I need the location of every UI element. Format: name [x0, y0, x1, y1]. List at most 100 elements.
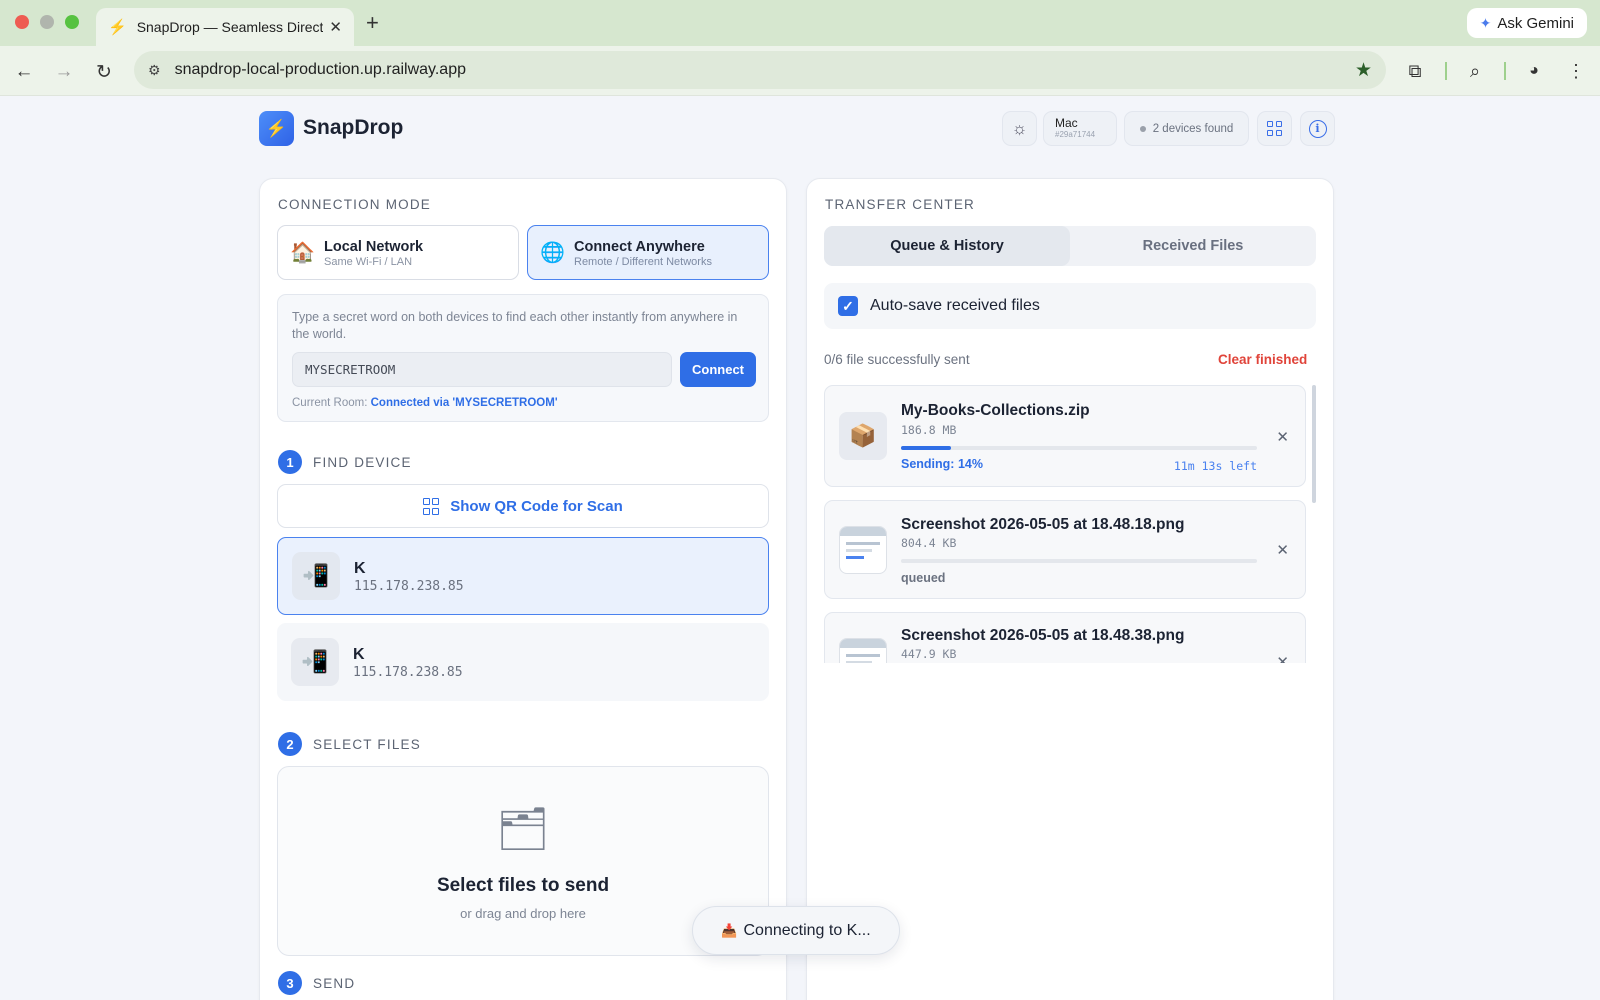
- autosave-label: Auto-save received files: [870, 297, 1040, 314]
- grid-icon: [1267, 121, 1282, 136]
- queue-item: Screenshot 2026-05-05 at 18.48.38.png 44…: [824, 612, 1306, 663]
- status-dot-icon: [1139, 125, 1146, 132]
- browser-tab-strip: ⚡ SnapDrop — Seamless Direct ✕ + ✦ Ask G…: [0, 0, 1600, 46]
- ask-gemini-label: Ask Gemini: [1497, 14, 1574, 32]
- show-qr-label: Show QR Code for Scan: [450, 497, 623, 515]
- remove-transfer-icon[interactable]: ✕: [1276, 428, 1289, 446]
- tab-received-files[interactable]: Received Files: [1070, 226, 1316, 266]
- queue-status: Sending: 14%: [901, 457, 983, 471]
- bookmark-star-icon[interactable]: ★: [1355, 59, 1372, 82]
- queue-scrollbar[interactable]: [1312, 385, 1316, 503]
- step-2-badge: 2: [278, 732, 302, 756]
- toolbar-divider: [1504, 62, 1506, 80]
- maximize-window-button[interactable]: [65, 15, 79, 29]
- find-device-title: FIND DEVICE: [313, 455, 412, 470]
- lightning-favicon-icon: ⚡: [108, 19, 127, 36]
- mode-connect-anywhere[interactable]: 🌐 Connect Anywhere Remote / Different Ne…: [527, 225, 769, 280]
- profile-avatar-icon[interactable]: ◕: [1520, 57, 1548, 85]
- theme-toggle-sun-icon[interactable]: ☼: [1002, 111, 1037, 146]
- current-room-value: Connected via 'MYSECRETROOM': [370, 397, 558, 409]
- reload-icon[interactable]: ↻: [90, 58, 118, 86]
- qr-grid-icon: [423, 497, 440, 515]
- queue-file-size: 186.8 MB: [901, 423, 957, 437]
- transfer-center-title: TRANSFER CENTER: [825, 197, 976, 212]
- secret-room-hint: Type a secret word on both devices to fi…: [292, 310, 738, 341]
- remove-transfer-icon[interactable]: ✕: [1276, 653, 1289, 663]
- house-icon: 🏠: [290, 242, 315, 264]
- back-arrow-icon[interactable]: ←: [10, 58, 38, 86]
- forward-arrow-icon[interactable]: →: [50, 58, 78, 86]
- step-3-badge: 3: [278, 971, 302, 995]
- connection-mode-title: CONNECTION MODE: [278, 197, 431, 212]
- autosave-row[interactable]: ✓ Auto-save received files: [824, 283, 1316, 329]
- mode-subtitle: Remote / Different Networks: [574, 255, 712, 268]
- send-title: SEND: [313, 976, 356, 991]
- queue-progress-fill: [901, 446, 951, 450]
- devices-found-label: 2 devices found: [1152, 122, 1234, 135]
- clear-finished-button[interactable]: Clear finished: [1218, 352, 1307, 367]
- tab-search-icon[interactable]: ⌕: [1461, 57, 1489, 85]
- tab-queue-history[interactable]: Queue & History: [824, 226, 1070, 266]
- device-card[interactable]: 📲 K 115.178.238.85: [277, 623, 769, 701]
- select-files-title: SELECT FILES: [313, 737, 421, 752]
- dropzone-title: Select files to send: [436, 875, 610, 896]
- queue-status: queued: [901, 571, 946, 585]
- queue-file-name: My-Books-Collections.zip: [901, 402, 1090, 419]
- toolbar-divider: [1445, 62, 1447, 80]
- mode-local-network[interactable]: 🏠 Local Network Same Wi-Fi / LAN: [277, 225, 519, 280]
- grid-qr-button[interactable]: [1257, 111, 1292, 146]
- toast-text: Connecting to K...: [743, 921, 871, 939]
- queue-item: Screenshot 2026-05-05 at 18.48.18.png 80…: [824, 500, 1306, 599]
- url-text[interactable]: snapdrop-local-production.up.railway.app: [175, 61, 1355, 79]
- sent-summary: 0/6 file successfully sent: [824, 352, 970, 367]
- transfer-tabs: Queue & History Received Files: [824, 226, 1316, 266]
- current-room-label: Current Room:: [292, 397, 368, 409]
- autosave-checkbox[interactable]: ✓: [838, 296, 858, 316]
- image-thumbnail: [839, 526, 887, 574]
- queue-eta: 11m 13s left: [1173, 459, 1257, 473]
- new-tab-button[interactable]: +: [366, 10, 379, 36]
- globe-icon: 🌐: [540, 242, 565, 264]
- open-folder-icon: 🗂: [496, 805, 550, 852]
- show-qr-button[interactable]: Show QR Code for Scan: [277, 484, 769, 528]
- minimize-window-button[interactable]: [40, 15, 54, 29]
- device-card-name: K: [353, 645, 365, 663]
- transfer-queue-list[interactable]: 📦 My-Books-Collections.zip 186.8 MB Send…: [824, 385, 1316, 663]
- close-tab-icon[interactable]: ✕: [329, 18, 342, 36]
- image-thumbnail: [839, 638, 887, 663]
- connect-button[interactable]: Connect: [680, 352, 756, 387]
- site-settings-icon[interactable]: ⚙: [148, 62, 161, 79]
- package-icon: 📦: [839, 412, 887, 460]
- info-button[interactable]: i: [1300, 111, 1335, 146]
- remove-transfer-icon[interactable]: ✕: [1276, 541, 1289, 559]
- step-1-badge: 1: [278, 450, 302, 474]
- ask-gemini-button[interactable]: ✦ Ask Gemini: [1466, 8, 1587, 38]
- address-bar[interactable]: ⚙ snapdrop-local-production.up.railway.a…: [134, 51, 1386, 89]
- device-name: Mac: [1055, 116, 1078, 130]
- gemini-sparkle-icon: ✦: [1479, 14, 1492, 31]
- app-title: SnapDrop: [303, 116, 404, 139]
- extensions-puzzle-icon[interactable]: ⧉: [1401, 57, 1429, 85]
- browser-tab[interactable]: ⚡ SnapDrop — Seamless Direct ✕: [96, 8, 354, 46]
- queue-file-size: 447.9 KB: [901, 647, 957, 661]
- info-icon: i: [1308, 119, 1327, 138]
- queue-file-name: Screenshot 2026-05-05 at 18.48.18.png: [901, 516, 1185, 533]
- connecting-toast: 📥 Connecting to K...: [692, 906, 900, 955]
- mode-subtitle: Same Wi-Fi / LAN: [324, 255, 413, 268]
- device-id: #29a71744: [1055, 130, 1096, 139]
- device-card-ip: 115.178.238.85: [354, 578, 464, 594]
- close-window-button[interactable]: [15, 15, 29, 29]
- tab-title: SnapDrop — Seamless Direct: [136, 19, 324, 35]
- queue-file-size: 804.4 KB: [901, 536, 957, 550]
- device-card-ip: 115.178.238.85: [353, 664, 463, 680]
- mode-title: Connect Anywhere: [574, 238, 705, 255]
- more-menu-icon[interactable]: ⋮: [1562, 57, 1590, 85]
- inbox-tray-icon: 📥: [721, 922, 738, 938]
- mobile-device-icon: 📲: [291, 638, 339, 686]
- secret-room-input[interactable]: MYSECRETROOM: [292, 352, 672, 387]
- queue-file-name: Screenshot 2026-05-05 at 18.48.38.png: [901, 627, 1185, 644]
- mobile-device-icon: 📲: [292, 552, 340, 600]
- my-device-badge: Mac #29a71744: [1043, 111, 1117, 146]
- app-logo-icon: ⚡: [259, 111, 294, 146]
- device-card[interactable]: 📲 K 115.178.238.85: [277, 537, 769, 615]
